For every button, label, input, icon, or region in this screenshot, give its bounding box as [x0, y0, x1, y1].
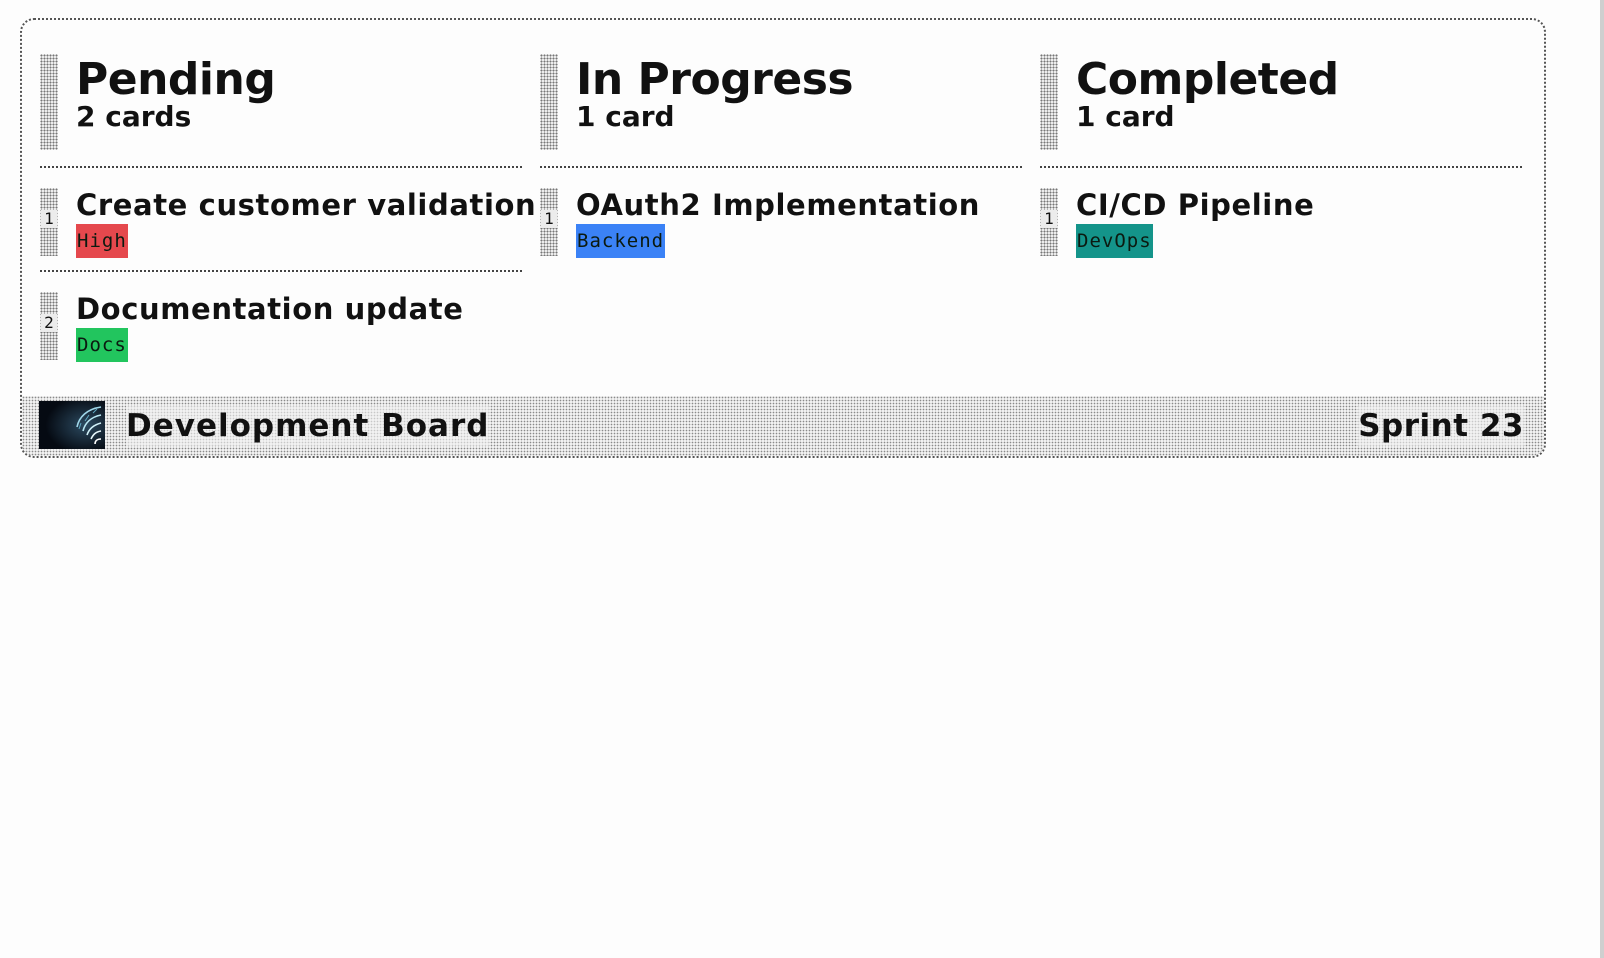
drag-handle[interactable]: [540, 54, 558, 150]
card-title: Documentation update: [76, 292, 464, 326]
card-tag: DevOps: [1076, 224, 1153, 258]
card-title: OAuth2 Implementation: [576, 188, 981, 222]
board-columns: Pending 2 cards 1 Create customer valida…: [22, 20, 1544, 400]
card-tag: High: [76, 224, 128, 258]
column-title: Pending: [76, 54, 276, 105]
card[interactable]: 1 Create customer validation High: [40, 168, 537, 258]
window-edge: [1600, 0, 1604, 958]
card-index: 1: [1041, 210, 1057, 228]
card-tag: Backend: [576, 224, 666, 258]
card-index: 1: [41, 210, 57, 228]
card-title: Create customer validation: [76, 188, 537, 222]
card-index: 1: [541, 210, 557, 228]
board-title: Development Board: [126, 406, 490, 446]
column-header: Pending 2 cards: [40, 54, 522, 152]
card[interactable]: 1 CI/CD Pipeline DevOps: [1040, 168, 1522, 258]
column-header: Completed 1 card: [1040, 54, 1522, 152]
column-completed: Completed 1 card 1 CI/CD Pipeline DevOps: [1040, 54, 1522, 258]
column-in-progress: In Progress 1 card 1 OAuth2 Implementati…: [540, 54, 1022, 258]
column-pending: Pending 2 cards 1 Create customer valida…: [40, 54, 537, 362]
column-header: In Progress 1 card: [540, 54, 1022, 152]
card-index: 2: [41, 314, 57, 332]
board-footer: Development Board Sprint 23: [22, 396, 1544, 456]
card[interactable]: 1 OAuth2 Implementation Backend: [540, 168, 1022, 258]
sprint-label: Sprint 23: [1358, 406, 1524, 446]
column-title: In Progress: [576, 54, 854, 105]
card-title: CI/CD Pipeline: [1076, 188, 1315, 222]
drag-handle[interactable]: [1040, 54, 1058, 150]
spiral-logo-icon: [39, 401, 105, 449]
card-tag: Docs: [76, 328, 128, 362]
column-title: Completed: [1076, 54, 1339, 105]
column-card-count: 2 cards: [76, 100, 192, 133]
drag-handle[interactable]: [40, 54, 58, 150]
card[interactable]: 2 Documentation update Docs: [40, 272, 522, 362]
kanban-board: Pending 2 cards 1 Create customer valida…: [20, 18, 1546, 458]
